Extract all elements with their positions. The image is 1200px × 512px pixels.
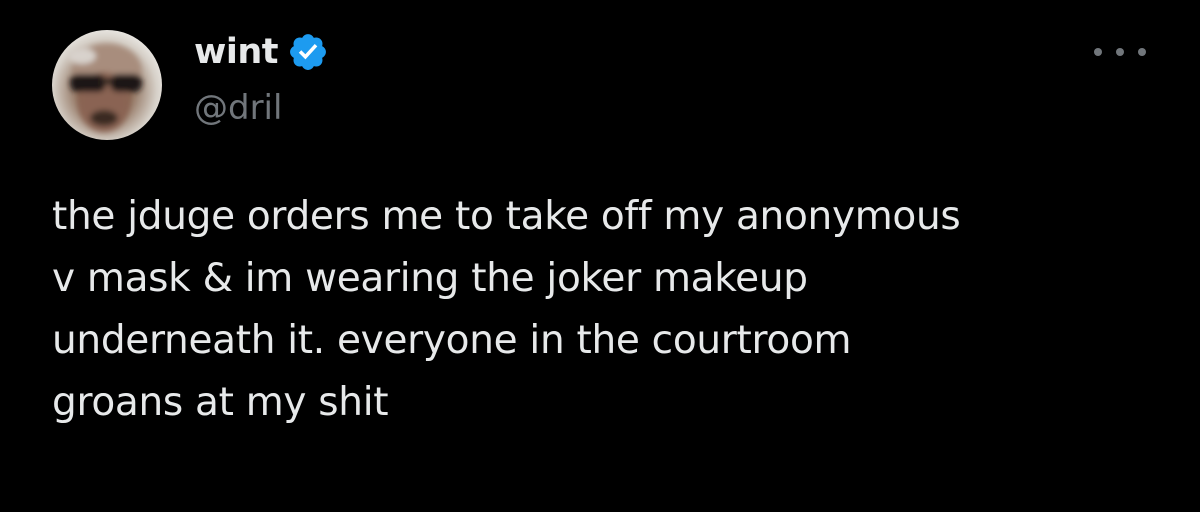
tweet-text-line: underneath it. everyone in the courtroom [52, 318, 852, 363]
author-info: wint @dril [194, 28, 329, 128]
dot [1094, 48, 1102, 56]
avatar[interactable] [52, 30, 162, 140]
more-options-icon[interactable] [1094, 38, 1146, 66]
verified-badge-icon[interactable] [287, 31, 329, 73]
tweet-text: the jduge orders me to take off my anony… [52, 186, 1162, 434]
tweet-text-line: v mask & im wearing the joker makeup [52, 256, 808, 301]
avatar-image [68, 44, 142, 132]
dot [1116, 48, 1124, 56]
name-row: wint [194, 28, 329, 76]
display-name[interactable]: wint [194, 32, 278, 72]
handle[interactable]: @dril [194, 88, 329, 128]
tweet-text-line: the jduge orders me to take off my anony… [52, 194, 961, 239]
tweet-card: wint @dril the jduge orders me to take o… [0, 0, 1200, 512]
tweet-text-line: groans at my shit [52, 380, 389, 425]
dot [1138, 48, 1146, 56]
